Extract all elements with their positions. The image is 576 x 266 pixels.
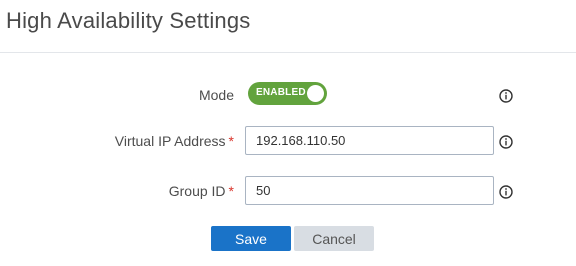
cancel-button[interactable]: Cancel: [294, 226, 374, 251]
required-mark: *: [228, 183, 234, 199]
mode-toggle-text: ENABLED: [256, 87, 306, 98]
virtual-ip-input[interactable]: [245, 126, 494, 155]
page-header: High Availability Settings: [0, 0, 576, 53]
virtual-ip-label: Virtual IP Address *: [115, 133, 234, 149]
mode-toggle[interactable]: ENABLED: [248, 82, 327, 105]
save-button[interactable]: Save: [211, 226, 291, 251]
page-title: High Availability Settings: [6, 8, 251, 33]
group-id-input[interactable]: [245, 176, 494, 205]
group-id-label-text: Group ID: [168, 183, 226, 199]
group-id-label: Group ID *: [169, 183, 234, 199]
toggle-knob: [307, 85, 324, 102]
group-id-info-icon[interactable]: [499, 185, 513, 199]
high-availability-settings-page: High Availability Settings Mode ENABLED …: [0, 0, 576, 266]
required-mark: *: [228, 133, 234, 149]
virtual-ip-info-icon[interactable]: [499, 135, 513, 149]
virtual-ip-label-text: Virtual IP Address: [114, 133, 226, 149]
mode-label-text: Mode: [198, 87, 234, 103]
mode-label: Mode: [199, 87, 234, 103]
mode-info-icon[interactable]: [499, 89, 513, 103]
